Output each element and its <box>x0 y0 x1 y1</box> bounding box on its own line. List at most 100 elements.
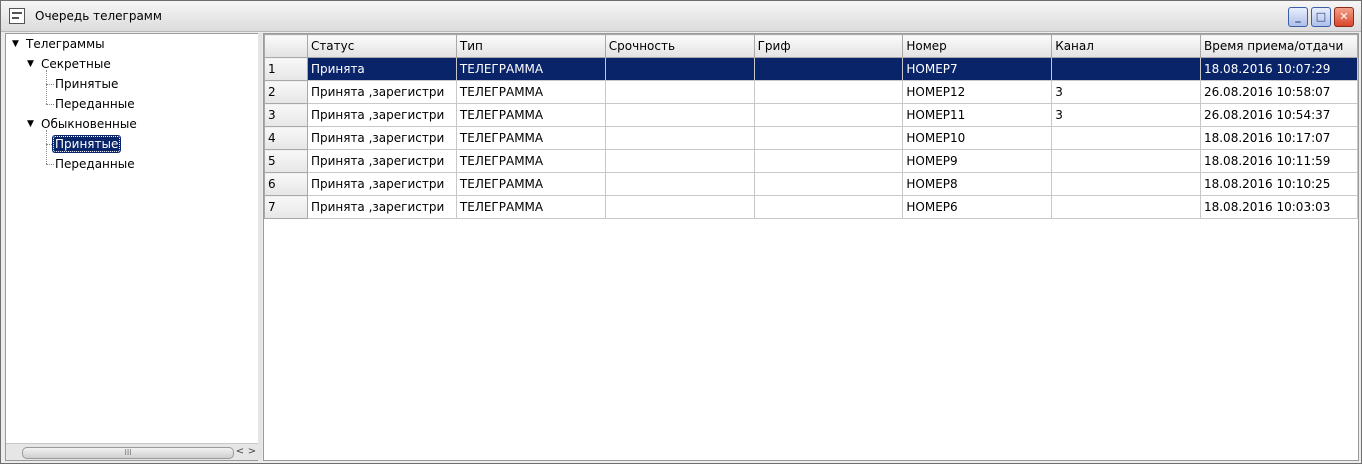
tree-node-secret-received[interactable]: Принятые <box>6 75 256 93</box>
cell-classification[interactable] <box>753 172 904 196</box>
cell-number[interactable]: НОМЕР9 <box>902 149 1053 173</box>
table-row[interactable]: 5 Принята ,зарегистри ТЕЛЕГРАММА НОМЕР9 … <box>264 149 1358 173</box>
cell-urgency[interactable] <box>604 57 755 81</box>
cell-time[interactable]: 18.08.2016 10:07:29 <box>1199 57 1358 81</box>
cell-urgency[interactable] <box>604 126 755 150</box>
cell-status[interactable]: Принята ,зарегистри <box>306 80 457 104</box>
cell-type[interactable]: ТЕЛЕГРАММА <box>455 195 606 219</box>
column-header-number[interactable]: Номер <box>902 34 1053 58</box>
cell-type[interactable]: ТЕЛЕГРАММА <box>455 103 606 127</box>
cell-classification[interactable] <box>753 103 904 127</box>
cell-type[interactable]: ТЕЛЕГРАММА <box>455 126 606 150</box>
tree-label: Принятые <box>55 77 119 91</box>
cell-time[interactable]: 26.08.2016 10:58:07 <box>1199 80 1358 104</box>
table-row[interactable]: 2 Принята ,зарегистри ТЕЛЕГРАММА НОМЕР12… <box>264 80 1358 104</box>
cell-urgency[interactable] <box>604 149 755 173</box>
cell-number[interactable]: НОМЕР8 <box>902 172 1053 196</box>
corner-header[interactable] <box>264 34 308 58</box>
tree-horizontal-scrollbar[interactable]: III < > <box>6 443 258 460</box>
cell-number[interactable]: НОМЕР7 <box>902 57 1053 81</box>
table-row[interactable]: 7 Принята ,зарегистри ТЕЛЕГРАММА НОМЕР6 … <box>264 195 1358 219</box>
cell-time[interactable]: 18.08.2016 10:11:59 <box>1199 149 1358 173</box>
row-header[interactable]: 4 <box>264 126 308 150</box>
cell-number[interactable]: НОМЕР11 <box>902 103 1053 127</box>
telegram-grid: Статус Тип Срочность Гриф Номер Канал Вр… <box>263 33 1359 461</box>
cell-classification[interactable] <box>753 126 904 150</box>
cell-urgency[interactable] <box>604 195 755 219</box>
table-row[interactable]: 1 Принята ТЕЛЕГРАММА НОМЕР7 18.08.2016 1… <box>264 57 1358 81</box>
chevron-down-icon[interactable]: ▼ <box>27 55 37 73</box>
tree-label: Телеграммы <box>26 37 105 51</box>
chevron-down-icon[interactable]: ▼ <box>27 115 37 133</box>
tree-label: Переданные <box>55 97 135 111</box>
row-header[interactable]: 5 <box>264 149 308 173</box>
cell-channel[interactable] <box>1051 172 1201 196</box>
cell-type[interactable]: ТЕЛЕГРАММА <box>455 80 606 104</box>
cell-time[interactable]: 18.08.2016 10:03:03 <box>1199 195 1358 219</box>
table-row[interactable]: 3 Принята ,зарегистри ТЕЛЕГРАММА НОМЕР11… <box>264 103 1358 127</box>
tree-node-secret-sent[interactable]: Переданные <box>6 95 256 113</box>
tree-node-ordinary-received[interactable]: Принятые <box>6 135 256 153</box>
app-window: Очередь телеграмм _ □ ✕ ▼ Телеграммы ▼ С… <box>0 0 1362 464</box>
cell-status[interactable]: Принята ,зарегистри <box>306 172 457 196</box>
cell-status[interactable]: Принята ,зарегистри <box>306 103 457 127</box>
tree-node-telegrams[interactable]: ▼ Телеграммы <box>6 35 256 53</box>
cell-status[interactable]: Принята ,зарегистри <box>306 195 457 219</box>
row-header[interactable]: 1 <box>264 57 308 81</box>
row-header[interactable]: 6 <box>264 172 308 196</box>
cell-classification[interactable] <box>753 195 904 219</box>
scroll-left-icon[interactable]: < <box>234 444 246 460</box>
cell-number[interactable]: НОМЕР10 <box>902 126 1053 150</box>
row-header[interactable]: 7 <box>264 195 308 219</box>
column-header-status[interactable]: Статус <box>306 34 457 58</box>
column-header-type[interactable]: Тип <box>455 34 606 58</box>
column-header-time[interactable]: Время приема/отдачи <box>1199 34 1358 58</box>
cell-time[interactable]: 18.08.2016 10:10:25 <box>1199 172 1358 196</box>
cell-urgency[interactable] <box>604 103 755 127</box>
cell-urgency[interactable] <box>604 172 755 196</box>
cell-classification[interactable] <box>753 57 904 81</box>
cell-type[interactable]: ТЕЛЕГРАММА <box>455 172 606 196</box>
cell-status[interactable]: Принята <box>306 57 457 81</box>
cell-time[interactable]: 18.08.2016 10:17:07 <box>1199 126 1358 150</box>
cell-urgency[interactable] <box>604 80 755 104</box>
minimize-button[interactable]: _ <box>1288 7 1308 27</box>
table-row[interactable]: 6 Принята ,зарегистри ТЕЛЕГРАММА НОМЕР8 … <box>264 172 1358 196</box>
maximize-button[interactable]: □ <box>1311 7 1331 27</box>
scroll-left-icon[interactable] <box>8 444 20 460</box>
pane-splitter[interactable] <box>258 33 262 461</box>
cell-type[interactable]: ТЕЛЕГРАММА <box>455 149 606 173</box>
cell-classification[interactable] <box>753 80 904 104</box>
cell-type[interactable]: ТЕЛЕГРАММА <box>455 57 606 81</box>
app-icon <box>9 8 25 24</box>
tree-node-secret[interactable]: ▼ Секретные <box>6 55 256 73</box>
column-header-classification[interactable]: Гриф <box>753 34 904 58</box>
cell-status[interactable]: Принята ,зарегистри <box>306 126 457 150</box>
table-row[interactable]: 4 Принята ,зарегистри ТЕЛЕГРАММА НОМЕР10… <box>264 126 1358 150</box>
cell-channel[interactable] <box>1051 126 1201 150</box>
cell-channel[interactable] <box>1051 195 1201 219</box>
tree-label: Обыкновенные <box>41 117 137 131</box>
cell-number[interactable]: НОМЕР6 <box>902 195 1053 219</box>
cell-channel[interactable]: 3 <box>1051 103 1201 127</box>
column-header-urgency[interactable]: Срочность <box>604 34 755 58</box>
cell-channel[interactable]: 3 <box>1051 80 1201 104</box>
cell-channel[interactable] <box>1051 57 1201 81</box>
tree-panel: ▼ Телеграммы ▼ Секретные Принятые Переда… <box>5 33 259 461</box>
grid-header-row: Статус Тип Срочность Гриф Номер Канал Вр… <box>264 34 1358 58</box>
cell-time[interactable]: 26.08.2016 10:54:37 <box>1199 103 1358 127</box>
chevron-down-icon[interactable]: ▼ <box>12 35 22 53</box>
tree-node-ordinary[interactable]: ▼ Обыкновенные <box>6 115 256 133</box>
close-button[interactable]: ✕ <box>1334 7 1354 27</box>
row-header[interactable]: 3 <box>264 103 308 127</box>
title-bar[interactable]: Очередь телеграмм _ □ ✕ <box>1 1 1361 32</box>
row-header[interactable]: 2 <box>264 80 308 104</box>
tree-node-ordinary-sent[interactable]: Переданные <box>6 155 256 173</box>
cell-number[interactable]: НОМЕР12 <box>902 80 1053 104</box>
cell-status[interactable]: Принята ,зарегистри <box>306 149 457 173</box>
cell-channel[interactable] <box>1051 149 1201 173</box>
cell-classification[interactable] <box>753 149 904 173</box>
column-header-channel[interactable]: Канал <box>1051 34 1201 58</box>
scrollbar-thumb[interactable]: III <box>22 447 234 459</box>
scroll-right-icon[interactable]: > <box>246 444 258 460</box>
